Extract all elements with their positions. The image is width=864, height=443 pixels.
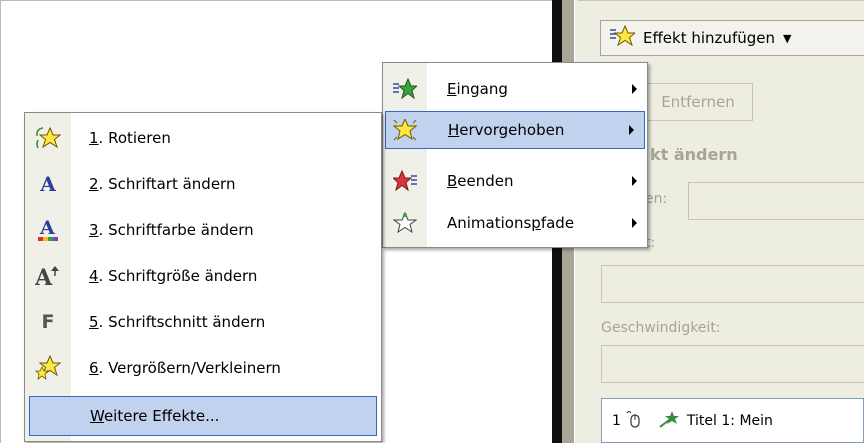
prefix-schriftart: 2 (89, 175, 99, 193)
animation-list-text: Titel 1: Mein (686, 412, 773, 429)
animation-order-number: 1 (612, 412, 621, 429)
prefix-schriftgroesse: 4 (89, 267, 99, 285)
menu-item-schriftfarbe[interactable]: A 3. Schriftfarbe ändern (25, 209, 381, 251)
outline-star-icon (392, 210, 418, 236)
submenu-arrow-icon (632, 84, 637, 94)
pane-top-border (578, 0, 864, 1)
mnemonic-hervorgehoben: H (448, 121, 460, 139)
menu-item-hervorgehoben[interactable]: Hervorgehoben (385, 111, 645, 149)
emphasis-effects-menu: 1. Rotieren A 2. Schriftart ändern A 3. … (24, 112, 382, 442)
menu-item-eingang[interactable]: Eingang (383, 71, 647, 107)
svg-text:A: A (35, 265, 53, 288)
menu-item-schriftschnitt[interactable]: F 5. Schriftschnitt ändern (25, 301, 381, 343)
add-effect-label: Effekt hinzufügen (643, 29, 775, 47)
menu-item-schriftart[interactable]: A 2. Schriftart ändern (25, 163, 381, 205)
green-star-icon (392, 76, 418, 102)
menu-label-hervorgehoben: ervorgehoben (459, 121, 565, 139)
mouse-click-icon (625, 410, 641, 432)
label-schriftart: . Schriftart ändern (98, 175, 236, 193)
label-weitere-effekte: eitere Effekte... (103, 407, 220, 425)
font-style-icon: F (41, 311, 55, 333)
property-select[interactable] (601, 265, 864, 303)
effect-star-icon (659, 410, 679, 432)
yellow-star-icon (392, 117, 418, 143)
change-effect-heading: kt ändern (650, 145, 738, 164)
label-rotieren: . Rotieren (98, 129, 171, 147)
speed-label: Geschwindigkeit: (601, 320, 721, 336)
submenu-arrow-icon (632, 176, 637, 186)
svg-text:A: A (39, 217, 55, 239)
speed-select[interactable] (601, 345, 864, 383)
label-schriftfarbe: . Schriftfarbe ändern (98, 221, 254, 239)
font-color-icon: A (35, 217, 61, 243)
add-effect-star-icon (609, 24, 637, 51)
menu-label-eingang: ingang (456, 80, 508, 98)
remove-button[interactable]: Entfernen (643, 83, 753, 121)
prefix-schriftschnitt: 5 (89, 313, 99, 331)
menu-item-schriftgroesse[interactable]: A 4. Schriftgröße ändern (25, 255, 381, 297)
prefix-schriftfarbe: 3 (89, 221, 99, 239)
spin-star-icon (35, 125, 61, 151)
label-vergroessern: . Vergrößern/Verkleinern (98, 359, 281, 377)
mnemonic-weitere: W (90, 407, 104, 425)
start-label: en: (645, 191, 668, 207)
menu-item-weitere-effekte[interactable]: Weitere Effekte... (29, 396, 377, 436)
submenu-arrow-icon (632, 218, 637, 228)
grow-shrink-icon (35, 355, 61, 381)
menu-label-animationspfade: Animationspfade (447, 214, 575, 232)
effect-category-menu: Eingang Hervorgehoben Beenden Animations… (382, 62, 648, 248)
add-effect-button[interactable]: Effekt hinzufügen ▼ (600, 20, 864, 56)
menu-item-rotieren[interactable]: 1. Rotieren (25, 117, 381, 159)
chevron-down-icon: ▼ (782, 31, 792, 45)
menu-item-vergroessern[interactable]: 6. Vergrößern/Verkleinern (25, 347, 381, 389)
animation-list-item[interactable]: 1 Titel 1: Mein (601, 398, 864, 443)
menu-item-animationspfade[interactable]: Animationspfade (383, 205, 647, 241)
prefix-rotieren: 1 (89, 129, 99, 147)
red-star-icon (392, 168, 418, 194)
font-change-icon: A (40, 172, 56, 196)
label-schriftgroesse: . Schriftgröße ändern (98, 267, 258, 285)
font-size-icon: A (35, 263, 61, 289)
prefix-vergroessern: 6 (89, 359, 99, 377)
menu-label-beenden: eenden (457, 172, 514, 190)
mnemonic-beenden: B (447, 172, 458, 190)
start-select[interactable] (688, 182, 864, 220)
label-schriftschnitt: . Schriftschnitt ändern (98, 313, 266, 331)
menu-item-beenden[interactable]: Beenden (383, 163, 647, 199)
submenu-arrow-icon (629, 125, 634, 135)
